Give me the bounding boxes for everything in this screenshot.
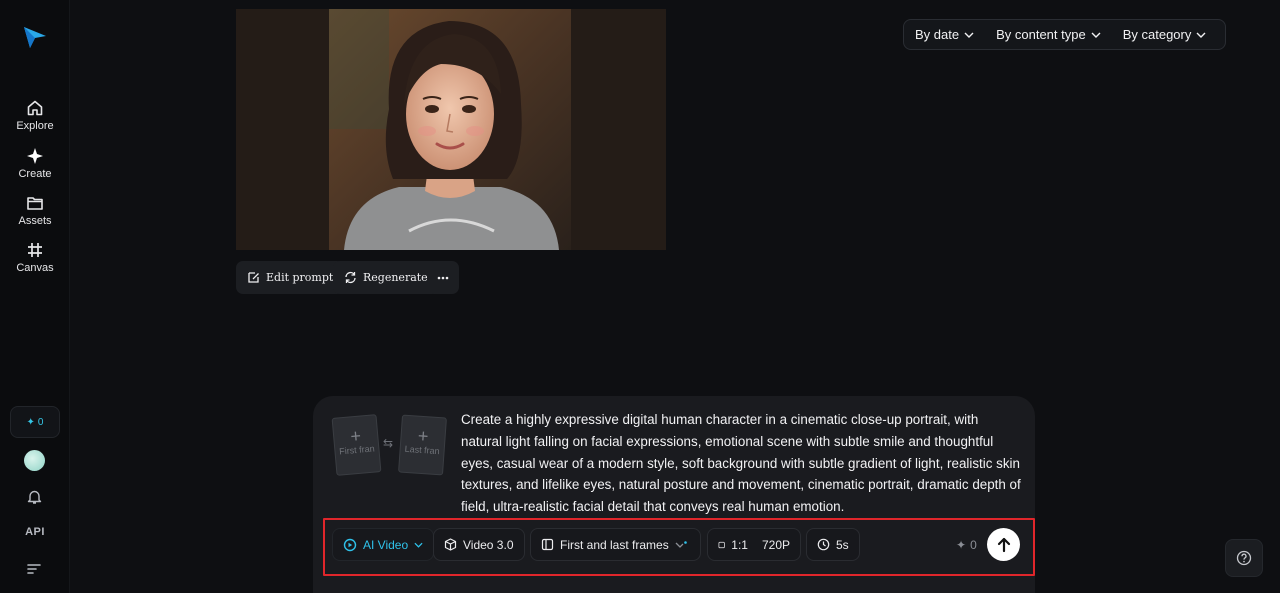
plus-icon: +	[417, 425, 430, 447]
aspect-ratio-label: 1:1	[731, 537, 748, 552]
chevron-down-icon	[1196, 32, 1206, 38]
aspect-resolution-selector[interactable]: 1:1 720P	[707, 528, 801, 561]
chevron-down-icon	[1091, 32, 1101, 38]
mode-selector[interactable]: AI Video	[332, 528, 435, 561]
menu-icon[interactable]	[27, 563, 41, 575]
more-icon	[437, 276, 449, 279]
edit-icon	[248, 272, 259, 283]
filter-by-content-type[interactable]: By content type	[985, 20, 1112, 49]
filter-by-date[interactable]: By date	[904, 20, 985, 49]
filter-label: By content type	[996, 27, 1086, 42]
aspect-ratio-icon	[718, 541, 725, 548]
chevron-down-icon	[414, 542, 423, 548]
sidebar-item-canvas[interactable]: Canvas	[0, 241, 70, 274]
generated-image-frame[interactable]	[236, 9, 666, 250]
sparkle-icon: ✦	[956, 538, 967, 552]
filter-bar: By date By content type By category	[903, 19, 1226, 50]
swap-frames-icon[interactable]: ⇆	[383, 436, 393, 450]
filter-label: By category	[1122, 27, 1192, 42]
sidebar-item-label: Canvas	[16, 262, 54, 274]
filter-label: By date	[915, 27, 960, 42]
frames-mode-label: First and last frames	[560, 537, 669, 552]
regenerate-label: Regenerate	[363, 271, 428, 284]
avatar[interactable]	[24, 450, 45, 471]
edit-prompt-label: Edit prompt	[266, 271, 334, 284]
sparkle-icon	[27, 148, 43, 164]
ai-video-icon	[343, 538, 357, 551]
refresh-icon	[345, 271, 356, 284]
last-frame-label: Last fran	[404, 443, 440, 457]
home-icon	[27, 100, 43, 116]
prompt-input[interactable]: Create a highly expressive digital human…	[461, 409, 1021, 518]
regenerate-button[interactable]: Regenerate	[333, 261, 439, 294]
model-selector[interactable]: Video 3.0	[433, 528, 525, 561]
generated-portrait-image[interactable]	[329, 9, 571, 250]
first-frame-upload[interactable]: + First fran	[331, 414, 382, 476]
cube-icon	[444, 538, 457, 551]
chevron-down-icon	[675, 540, 687, 548]
chevron-down-icon	[964, 32, 974, 38]
duration-selector[interactable]: 5s	[806, 528, 860, 561]
sidebar-item-explore[interactable]: Explore	[0, 99, 70, 132]
canvas-icon	[28, 243, 42, 257]
sidebar-item-label: Explore	[16, 120, 54, 132]
last-frame-upload[interactable]: + Last fran	[398, 414, 447, 476]
filter-by-category[interactable]: By category	[1112, 20, 1218, 49]
duration-label: 5s	[836, 537, 849, 552]
credits-badge[interactable]: ✦ 0	[10, 406, 60, 438]
sparkle-icon: ✦	[26, 416, 35, 428]
resolution-label: 720P	[761, 537, 790, 552]
bell-icon[interactable]	[26, 488, 43, 505]
help-icon	[1236, 550, 1252, 566]
sidebar-item-assets[interactable]: Assets	[0, 194, 70, 227]
generate-button[interactable]	[987, 528, 1020, 561]
mode-label: AI Video	[363, 537, 409, 552]
sidebar: Explore Create Assets Canvas ✦ 0 API	[0, 0, 70, 593]
clock-icon	[817, 538, 830, 551]
sidebar-item-create[interactable]: Create	[0, 147, 70, 180]
frames-icon	[541, 538, 554, 551]
first-frame-label: First fran	[338, 443, 376, 457]
model-label: Video 3.0	[463, 537, 514, 552]
cost-value: 0	[970, 538, 977, 552]
arrow-up-icon	[997, 537, 1010, 552]
more-options-button[interactable]	[427, 261, 459, 294]
edit-prompt-button[interactable]: Edit prompt	[236, 261, 345, 294]
help-button[interactable]	[1225, 539, 1263, 577]
plus-icon: +	[349, 425, 362, 447]
credits-count: 0	[37, 416, 44, 428]
api-link[interactable]: API	[0, 526, 70, 538]
frames-mode-selector[interactable]: First and last frames	[530, 528, 701, 561]
generation-cost: ✦ 0	[956, 538, 977, 552]
app-logo[interactable]	[22, 24, 48, 50]
sidebar-item-label: Create	[18, 168, 52, 180]
sidebar-item-label: Assets	[18, 215, 52, 227]
folder-icon	[27, 197, 43, 210]
